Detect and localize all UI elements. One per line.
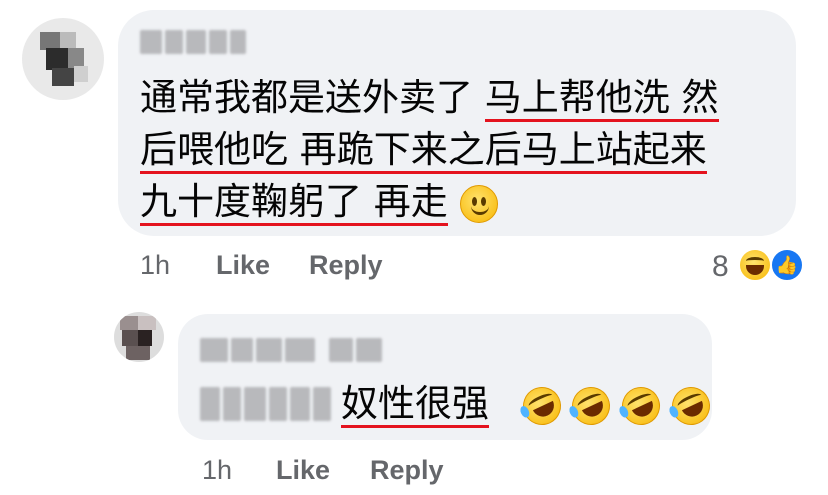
comment-text-line: 后喂他吃 再跪下来之后马上站起来 bbox=[140, 128, 707, 174]
comment-timestamp[interactable]: 1h bbox=[140, 250, 170, 281]
mention-tag[interactable] bbox=[200, 386, 331, 421]
reply-button[interactable]: Reply bbox=[370, 455, 444, 486]
avatar[interactable] bbox=[22, 18, 104, 100]
comment-text-line: 九十度鞠躬了 再走 bbox=[140, 180, 498, 226]
rofl-icon bbox=[566, 380, 617, 431]
reply-button[interactable]: Reply bbox=[309, 250, 383, 281]
author-name[interactable] bbox=[200, 338, 382, 362]
like-button[interactable]: Like bbox=[216, 250, 270, 281]
author-name[interactable] bbox=[140, 30, 246, 54]
comment-timestamp[interactable]: 1h bbox=[202, 455, 232, 486]
comment-bubble: 奴性很强 bbox=[178, 314, 717, 440]
avatar[interactable] bbox=[114, 312, 164, 362]
slightly-smiling-face-icon bbox=[459, 184, 498, 223]
rofl-icon bbox=[665, 380, 717, 431]
rofl-icon bbox=[615, 380, 667, 431]
reaction-count: 8 bbox=[712, 250, 729, 283]
rofl-icon bbox=[516, 380, 567, 431]
haha-reaction-icon bbox=[738, 248, 772, 282]
comment-text-line: 奴性很强 bbox=[200, 380, 717, 431]
comment-text-line: 通常我都是送外卖了 马上帮他洗 然 bbox=[140, 76, 719, 122]
like-button[interactable]: Like bbox=[276, 455, 330, 486]
comment-bubble: 通常我都是送外卖了 马上帮他洗 然 后喂他吃 再跪下来之后马上站起来 九十度鞠躬… bbox=[118, 10, 796, 236]
like-reaction-icon: 👍 bbox=[770, 248, 804, 282]
